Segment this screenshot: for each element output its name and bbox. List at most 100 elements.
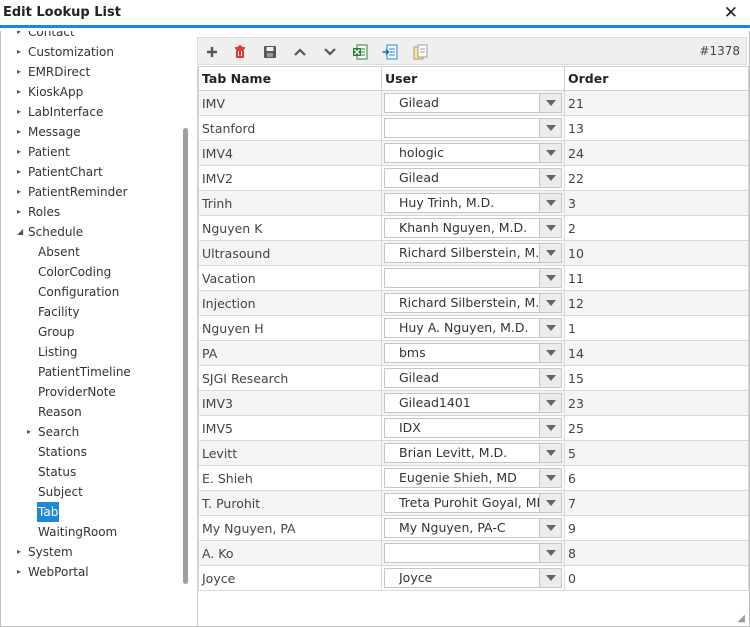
tab-name-cell[interactable]: Ultrasound <box>198 240 382 266</box>
user-dropdown[interactable]: Treta Purohit Goyal, MD <box>384 493 562 513</box>
tree-node-listing[interactable]: Listing <box>27 342 79 362</box>
tree-node-status[interactable]: Status <box>27 462 77 482</box>
chevron-down-icon[interactable] <box>539 344 561 362</box>
chevron-down-icon[interactable] <box>539 394 561 412</box>
order-cell[interactable]: 14 <box>564 340 749 366</box>
copy-button[interactable] <box>410 42 430 62</box>
table-row[interactable]: Joyce Joyce 0 <box>198 565 749 591</box>
collapsed-arrow-icon[interactable]: ▸ <box>17 562 27 582</box>
tree-node-facility[interactable]: Facility <box>27 302 81 322</box>
collapsed-arrow-icon[interactable]: ▸ <box>17 62 27 82</box>
tab-name-cell[interactable]: Injection <box>198 290 382 316</box>
tab-name-cell[interactable]: Nguyen H <box>198 315 382 341</box>
table-row[interactable]: Levitt Brian Levitt, M.D. 5 <box>198 440 749 466</box>
user-dropdown[interactable] <box>384 543 562 563</box>
tree-node-system[interactable]: ▸ System <box>17 542 74 562</box>
tree-node-emrdirect[interactable]: ▸ EMRDirect <box>17 62 91 82</box>
user-dropdown[interactable] <box>384 118 562 138</box>
order-cell[interactable]: 13 <box>564 115 749 141</box>
order-cell[interactable]: 8 <box>564 540 749 566</box>
user-dropdown[interactable]: bms <box>384 343 562 363</box>
chevron-down-icon[interactable] <box>539 319 561 337</box>
order-cell[interactable]: 11 <box>564 265 749 291</box>
table-row[interactable]: My Nguyen, PA My Nguyen, PA-C 9 <box>198 515 749 541</box>
tree-node-customization[interactable]: ▸ Customization <box>17 42 115 62</box>
tree-node-patientchart[interactable]: ▸ PatientChart <box>17 162 104 182</box>
table-row[interactable]: Nguyen H Huy A. Nguyen, M.D. 1 <box>198 315 749 341</box>
order-cell[interactable]: 1 <box>564 315 749 341</box>
chevron-down-icon[interactable] <box>539 169 561 187</box>
tree-node-patientreminder[interactable]: ▸ PatientReminder <box>17 182 129 202</box>
tree-node-search[interactable]: ▸ Search <box>27 422 80 442</box>
collapsed-arrow-icon[interactable]: ▸ <box>17 142 27 162</box>
table-row[interactable]: SJGI Research Gilead 15 <box>198 365 749 391</box>
collapsed-arrow-icon[interactable]: ▸ <box>17 82 27 102</box>
user-dropdown[interactable]: Huy A. Nguyen, M.D. <box>384 318 562 338</box>
tab-name-cell[interactable]: A. Ko <box>198 540 382 566</box>
tree-node-roles[interactable]: ▸ Roles <box>17 202 61 222</box>
tab-name-cell[interactable]: Trinh <box>198 190 382 216</box>
delete-button[interactable] <box>230 42 250 62</box>
tab-name-cell[interactable]: PA <box>198 340 382 366</box>
column-header-order[interactable]: Order <box>564 66 749 91</box>
collapsed-arrow-icon[interactable]: ▸ <box>17 102 27 122</box>
tree-node-kioskapp[interactable]: ▸ KioskApp <box>17 82 84 102</box>
order-cell[interactable]: 0 <box>564 565 749 591</box>
tree-node-configuration[interactable]: Configuration <box>27 282 120 302</box>
tab-name-cell[interactable]: My Nguyen, PA <box>198 515 382 541</box>
order-cell[interactable]: 25 <box>564 415 749 441</box>
column-header-user[interactable]: User <box>381 66 565 91</box>
move-up-button[interactable] <box>290 42 310 62</box>
user-dropdown[interactable]: Khanh Nguyen, M.D. <box>384 218 562 238</box>
collapsed-arrow-icon[interactable]: ▸ <box>17 542 27 562</box>
table-row[interactable]: Injection Richard Silberstein, M.D. 12 <box>198 290 749 316</box>
resize-grip-icon[interactable]: ◢ <box>737 613 745 624</box>
excel-export-button[interactable] <box>350 42 370 62</box>
user-dropdown[interactable]: Gilead1401 <box>384 393 562 413</box>
tree-node-providernote[interactable]: ProviderNote <box>27 382 117 402</box>
order-cell[interactable]: 23 <box>564 390 749 416</box>
chevron-down-icon[interactable] <box>539 444 561 462</box>
expanded-arrow-icon[interactable]: ◢ <box>17 222 27 242</box>
tab-name-cell[interactable]: Joyce <box>198 565 382 591</box>
tree-node-labinterface[interactable]: ▸ LabInterface <box>17 102 104 122</box>
order-cell[interactable]: 15 <box>564 365 749 391</box>
tree-node-schedule[interactable]: ◢ Schedule <box>17 222 84 242</box>
close-icon[interactable]: ✕ <box>724 3 738 23</box>
user-dropdown[interactable]: IDX <box>384 418 562 438</box>
collapsed-arrow-icon[interactable]: ▸ <box>17 202 27 222</box>
order-cell[interactable]: 2 <box>564 215 749 241</box>
chevron-down-icon[interactable] <box>539 494 561 512</box>
collapsed-arrow-icon[interactable]: ▸ <box>17 42 27 62</box>
table-row[interactable]: Ultrasound Richard Silberstein, M.D. 10 <box>198 240 749 266</box>
table-row[interactable]: E. Shieh Eugenie Shieh, MD 6 <box>198 465 749 491</box>
order-cell[interactable]: 9 <box>564 515 749 541</box>
chevron-down-icon[interactable] <box>539 294 561 312</box>
user-dropdown[interactable]: Gilead <box>384 368 562 388</box>
table-row[interactable]: PA bms 14 <box>198 340 749 366</box>
order-cell[interactable]: 21 <box>564 90 749 116</box>
table-row[interactable]: IMV2 Gilead 22 <box>198 165 749 191</box>
tree-node-subject[interactable]: Subject <box>27 482 84 502</box>
table-row[interactable]: IMV3 Gilead1401 23 <box>198 390 749 416</box>
table-row[interactable]: Vacation 11 <box>198 265 749 291</box>
tab-name-cell[interactable]: IMV5 <box>198 415 382 441</box>
chevron-down-icon[interactable] <box>539 519 561 537</box>
tab-name-cell[interactable]: Stanford <box>198 115 382 141</box>
tab-name-cell[interactable]: IMV <box>198 90 382 116</box>
tab-name-cell[interactable]: E. Shieh <box>198 465 382 491</box>
table-row[interactable]: Nguyen K Khanh Nguyen, M.D. 2 <box>198 215 749 241</box>
user-dropdown[interactable]: Richard Silberstein, M.D. <box>384 293 562 313</box>
user-dropdown[interactable]: Brian Levitt, M.D. <box>384 443 562 463</box>
chevron-down-icon[interactable] <box>539 569 561 587</box>
tab-name-cell[interactable]: Nguyen K <box>198 215 382 241</box>
chevron-down-icon[interactable] <box>539 419 561 437</box>
add-button[interactable] <box>202 42 222 62</box>
chevron-down-icon[interactable] <box>539 194 561 212</box>
table-row[interactable]: IMV4 hologic 24 <box>198 140 749 166</box>
chevron-down-icon[interactable] <box>539 544 561 562</box>
collapsed-arrow-icon[interactable]: ▸ <box>17 31 27 42</box>
order-cell[interactable]: 22 <box>564 165 749 191</box>
chevron-down-icon[interactable] <box>539 244 561 262</box>
order-cell[interactable]: 3 <box>564 190 749 216</box>
